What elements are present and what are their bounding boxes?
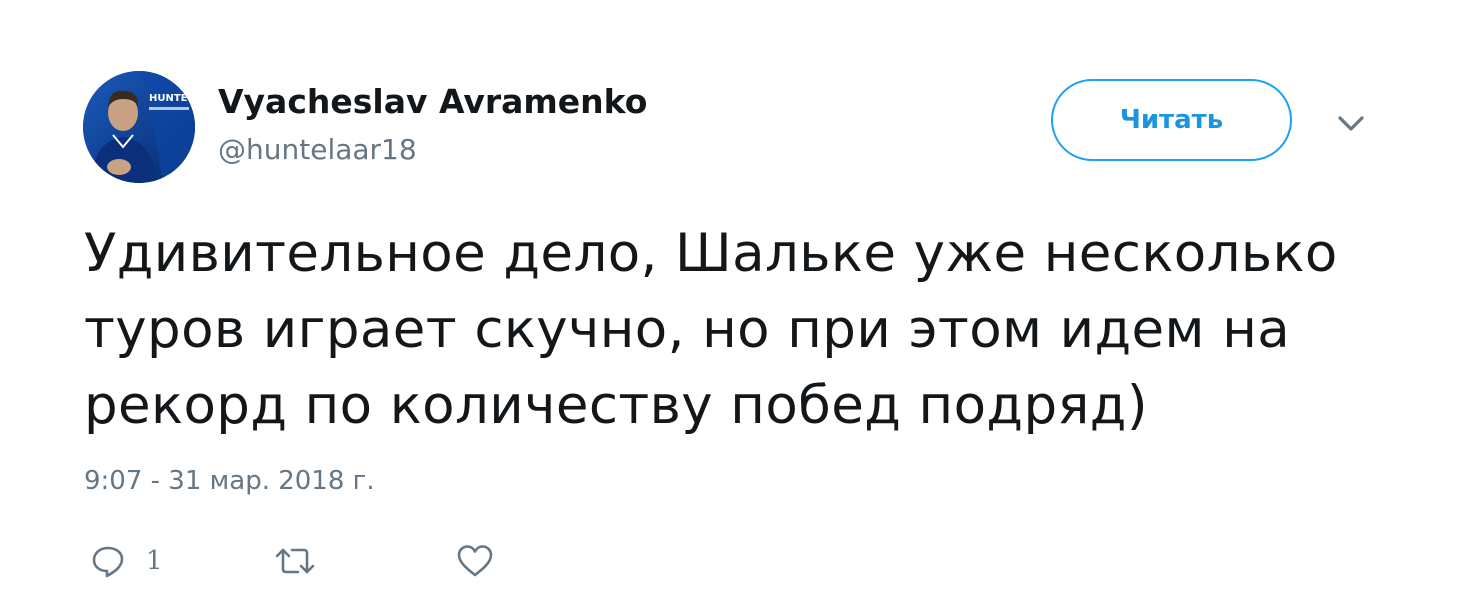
tweet-actions: 1 xyxy=(84,536,584,586)
author-handle[interactable]: @huntelaar18 xyxy=(218,131,417,169)
reply-icon xyxy=(92,546,124,578)
heart-icon xyxy=(457,545,493,577)
follow-button[interactable]: Читать xyxy=(1051,79,1292,161)
retweet-button[interactable] xyxy=(274,536,316,586)
author-display-name[interactable]: Vyacheslav Avramenko xyxy=(218,80,647,124)
reply-count: 1 xyxy=(146,546,163,576)
tweet-card: HUNTELAAR Vyacheslav Avramenko @huntelaa… xyxy=(0,0,1460,602)
reply-button[interactable]: 1 xyxy=(90,536,163,586)
tweet-text: Удивительное дело, Шальке уже несколько … xyxy=(84,223,1338,436)
avatar-image: HUNTELAAR xyxy=(83,71,195,183)
avatar-banner-text: HUNTELAAR xyxy=(149,93,195,104)
retweet-icon xyxy=(275,548,315,574)
like-button[interactable] xyxy=(456,536,494,586)
author-avatar[interactable]: HUNTELAAR xyxy=(83,71,195,183)
more-options-chevron-down-icon[interactable] xyxy=(1334,110,1368,138)
tweet-timestamp[interactable]: 9:07 - 31 мар. 2018 г. xyxy=(84,462,375,500)
